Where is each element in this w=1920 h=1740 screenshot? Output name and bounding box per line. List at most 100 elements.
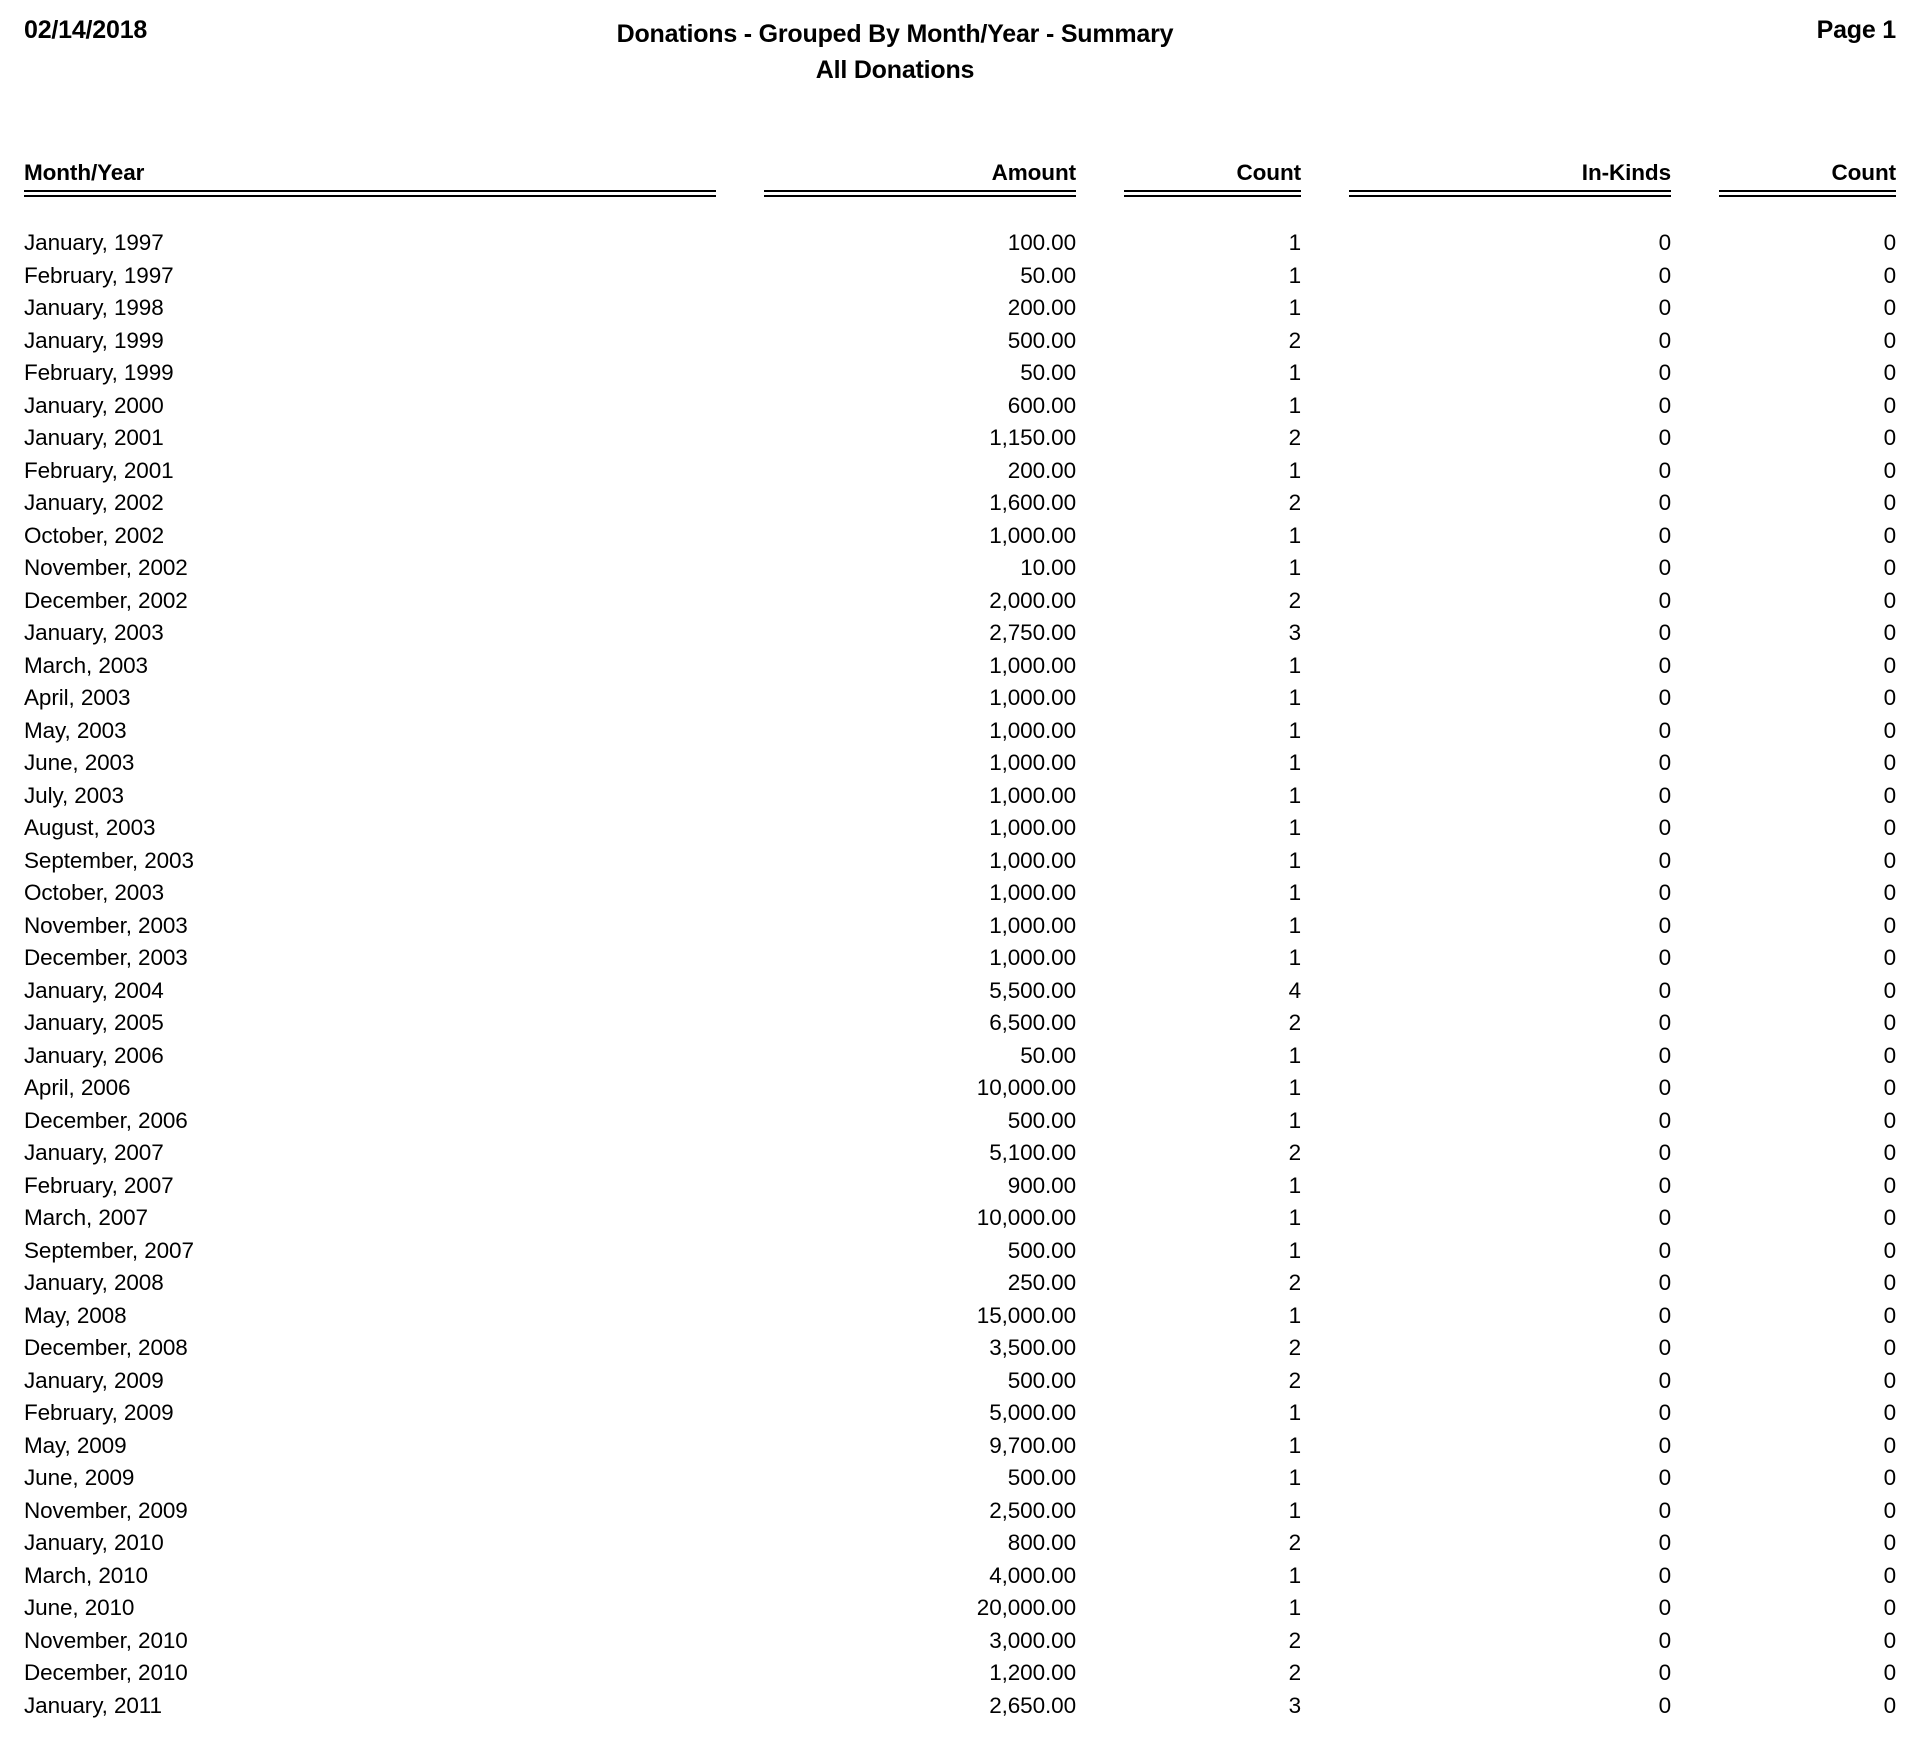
table-row: January, 1997 100.00 1 0 0 — [0, 227, 1920, 260]
cell-count: 1 — [1288, 1465, 1302, 1490]
cell-month_year: November, 2002 — [24, 555, 188, 580]
cell-amount: 3,000.00 — [989, 1627, 1076, 1653]
cell-in_kinds_count: 0 — [1883, 1107, 1897, 1133]
table-row: August, 2003 1,000.00 1 0 0 — [0, 812, 1920, 845]
cell-count: 1 — [1288, 522, 1302, 548]
cell-in_kinds_count: 0 — [1883, 555, 1897, 580]
column-header-month-year: Month/Year — [24, 160, 145, 185]
cell-in_kinds_count: 0 — [1883, 847, 1897, 873]
cell-count: 2 — [1288, 1530, 1302, 1555]
cell-month_year: January, 2004 — [24, 977, 164, 1003]
table-row: December, 2008 3,500.00 2 0 0 — [0, 1332, 1920, 1365]
cell-amount: 1,000.00 — [989, 815, 1076, 840]
cell-month_year: May, 2003 — [24, 717, 127, 743]
cell-in_kinds: 0 — [1658, 912, 1672, 938]
cell-month_year: July, 2003 — [24, 782, 124, 808]
column-header-count: Count — [1236, 160, 1302, 185]
double-rule — [24, 190, 716, 197]
table-row: November, 2010 3,000.00 2 0 0 — [0, 1625, 1920, 1658]
cell-count: 1 — [1288, 1205, 1302, 1230]
cell-count: 1 — [1288, 880, 1302, 905]
cell-month_year: January, 2005 — [24, 1010, 164, 1035]
table-row: February, 1997 50.00 1 0 0 — [0, 260, 1920, 293]
cell-amount: 20,000.00 — [976, 1595, 1076, 1620]
cell-in_kinds: 0 — [1658, 717, 1672, 743]
cell-count: 1 — [1288, 1595, 1302, 1620]
cell-month_year: June, 2003 — [24, 750, 135, 775]
cell-in_kinds_count: 0 — [1883, 1497, 1897, 1523]
cell-in_kinds: 0 — [1658, 360, 1672, 385]
table-row: February, 2001 200.00 1 0 0 — [0, 455, 1920, 488]
column-header-in-kinds-count: Count — [1831, 160, 1897, 185]
double-rule — [764, 190, 1076, 197]
table-body: January, 1997 100.00 1 0 0 February, 1997 50.0… — [0, 227, 1920, 1722]
table-row: January, 2003 2,750.00 3 0 0 — [0, 617, 1920, 650]
cell-count: 2 — [1288, 490, 1302, 515]
cell-in_kinds: 0 — [1658, 262, 1672, 288]
cell-amount: 5,100.00 — [989, 1140, 1076, 1165]
cell-amount: 3,500.00 — [989, 1335, 1076, 1360]
cell-in_kinds: 0 — [1658, 1497, 1672, 1523]
cell-amount: 500.00 — [1007, 327, 1076, 353]
table-row: June, 2009 500.00 1 0 0 — [0, 1462, 1920, 1495]
double-rule — [1719, 190, 1896, 197]
cell-month_year: December, 2008 — [24, 1335, 188, 1360]
cell-in_kinds_count: 0 — [1883, 587, 1897, 613]
cell-amount: 1,000.00 — [989, 522, 1076, 548]
cell-in_kinds: 0 — [1658, 230, 1672, 255]
cell-in_kinds: 0 — [1658, 815, 1672, 840]
cell-month_year: March, 2003 — [24, 652, 148, 678]
cell-count: 2 — [1288, 1660, 1302, 1685]
cell-month_year: December, 2010 — [24, 1660, 188, 1685]
cell-count: 1 — [1288, 815, 1302, 840]
table-row: November, 2002 10.00 1 0 0 — [0, 552, 1920, 585]
cell-amount: 1,000.00 — [989, 717, 1076, 743]
cell-count: 3 — [1288, 1692, 1302, 1718]
table-row: February, 2009 5,000.00 1 0 0 — [0, 1397, 1920, 1430]
cell-in_kinds_count: 0 — [1883, 1595, 1897, 1620]
cell-in_kinds_count: 0 — [1883, 880, 1897, 905]
cell-count: 2 — [1288, 1270, 1302, 1295]
cell-count: 1 — [1288, 457, 1302, 483]
cell-in_kinds: 0 — [1658, 1237, 1672, 1263]
cell-count: 1 — [1288, 912, 1302, 938]
cell-amount: 100.00 — [1007, 230, 1076, 255]
cell-in_kinds_count: 0 — [1883, 392, 1897, 418]
cell-in_kinds: 0 — [1658, 1627, 1672, 1653]
cell-month_year: February, 2007 — [24, 1172, 174, 1198]
cell-month_year: June, 2010 — [24, 1595, 135, 1620]
report-table-area: Month/Year Amount Count In-Kinds Count J… — [0, 160, 1920, 1722]
cell-in_kinds_count: 0 — [1883, 1140, 1897, 1165]
cell-count: 2 — [1288, 587, 1302, 613]
cell-in_kinds: 0 — [1658, 620, 1672, 645]
table-row: January, 2008 250.00 2 0 0 — [0, 1267, 1920, 1300]
table-row: June, 2003 1,000.00 1 0 0 — [0, 747, 1920, 780]
cell-month_year: January, 2009 — [24, 1367, 164, 1393]
cell-amount: 1,000.00 — [989, 945, 1076, 970]
cell-in_kinds_count: 0 — [1883, 522, 1897, 548]
cell-in_kinds_count: 0 — [1883, 1465, 1897, 1490]
cell-count: 1 — [1288, 1172, 1302, 1198]
cell-in_kinds_count: 0 — [1883, 1302, 1897, 1328]
cell-in_kinds_count: 0 — [1883, 295, 1897, 320]
cell-in_kinds: 0 — [1658, 587, 1672, 613]
table-row: November, 2009 2,500.00 1 0 0 — [0, 1495, 1920, 1528]
cell-count: 2 — [1288, 1367, 1302, 1393]
cell-amount: 500.00 — [1007, 1367, 1076, 1393]
cell-amount: 5,000.00 — [989, 1400, 1076, 1425]
cell-in_kinds_count: 0 — [1883, 425, 1897, 450]
cell-month_year: November, 2003 — [24, 912, 188, 938]
cell-in_kinds_count: 0 — [1883, 1010, 1897, 1035]
cell-in_kinds_count: 0 — [1883, 750, 1897, 775]
cell-in_kinds: 0 — [1658, 1367, 1672, 1393]
cell-month_year: January, 2010 — [24, 1530, 164, 1555]
table-row: January, 2002 1,600.00 2 0 0 — [0, 487, 1920, 520]
cell-in_kinds: 0 — [1658, 555, 1672, 580]
cell-amount: 4,000.00 — [989, 1562, 1076, 1588]
cell-month_year: March, 2010 — [24, 1562, 148, 1588]
cell-month_year: April, 2003 — [24, 685, 131, 710]
table-row: January, 2005 6,500.00 2 0 0 — [0, 1007, 1920, 1040]
cell-in_kinds: 0 — [1658, 1270, 1672, 1295]
cell-in_kinds_count: 0 — [1883, 1432, 1897, 1458]
cell-month_year: January, 2001 — [24, 425, 164, 450]
